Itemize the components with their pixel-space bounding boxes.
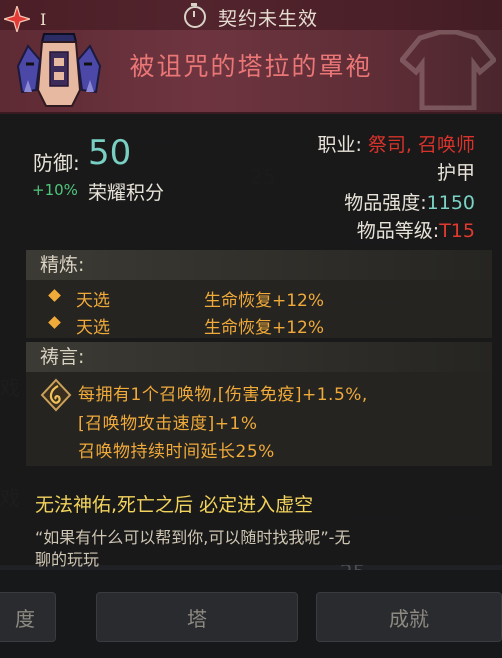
item-tooltip: 契约未生效 I 被诅咒的塔拉的罩袍 防御: 50 +10% 荣耀积分 职业: 祭…	[0, 0, 502, 569]
refine-name: 天选	[76, 318, 110, 338]
diamond-bullet-icon	[48, 316, 61, 329]
refine-row: 天选 生命恢复+12%	[26, 311, 492, 338]
prayer-flame-icon	[40, 378, 72, 412]
level-value: T15	[439, 220, 475, 242]
honor-percent: +10%	[32, 181, 78, 199]
robe-watermark-icon	[400, 30, 496, 110]
level-label: 物品等级:	[356, 220, 440, 242]
class-label: 职业:	[317, 134, 362, 156]
strength-label: 物品强度:	[344, 192, 427, 214]
class-line: 职业: 祭司, 召唤师	[317, 130, 475, 157]
prayer-effect-line: 每拥有1个召唤物,[伤害免疫]+1.5%,	[78, 385, 368, 405]
class-value: 祭司, 召唤师	[367, 134, 475, 156]
item-slot: 护甲	[436, 162, 475, 184]
defense-value: 50	[88, 133, 132, 173]
tooltip-header: 契约未生效 I 被诅咒的塔拉的罩袍	[0, 0, 502, 114]
defense-label: 防御:	[33, 151, 80, 175]
tab-left[interactable]: 度	[0, 592, 56, 642]
strength-line: 物品强度:1150	[344, 188, 475, 215]
prayer-effect-line: [召唤物攻击速度]+1%	[78, 414, 258, 434]
level-line: 物品等级:T15	[357, 216, 475, 243]
tab-achievements[interactable]: 成就	[316, 592, 502, 642]
tab-tower-label: 塔	[187, 606, 207, 631]
diamond-bullet-icon	[48, 289, 61, 302]
flavor-quote: 聊的玩玩	[35, 550, 100, 569]
curse-text: 无法神佑,死亡之后 必定进入虚空	[35, 494, 314, 516]
refine-name: 天选	[76, 291, 110, 311]
contract-status-text: 契约未生效	[217, 8, 318, 30]
timer-icon	[183, 3, 206, 28]
prayer-title: 祷言:	[26, 342, 492, 372]
tab-achievements-label: 成就	[389, 606, 429, 631]
tab-tower[interactable]: 塔	[96, 592, 298, 642]
flavor-quote: “如果有什么可以帮到你,可以随时找我呢”-无	[35, 528, 351, 547]
refine-effect: 生命恢复+12%	[204, 291, 325, 311]
refine-row: 天选 生命恢复+12%	[26, 284, 492, 311]
strength-value: 1150	[426, 192, 475, 214]
refine-effect: 生命恢复+12%	[204, 318, 325, 338]
prayer-effect-line: 召唤物持续时间延长25%	[78, 442, 275, 462]
honor-label: 荣耀积分	[88, 182, 165, 204]
bottom-tab-bar: 度 塔 成就	[0, 570, 502, 658]
tab-left-label: 度	[15, 606, 35, 631]
refine-title: 精炼:	[26, 250, 492, 280]
